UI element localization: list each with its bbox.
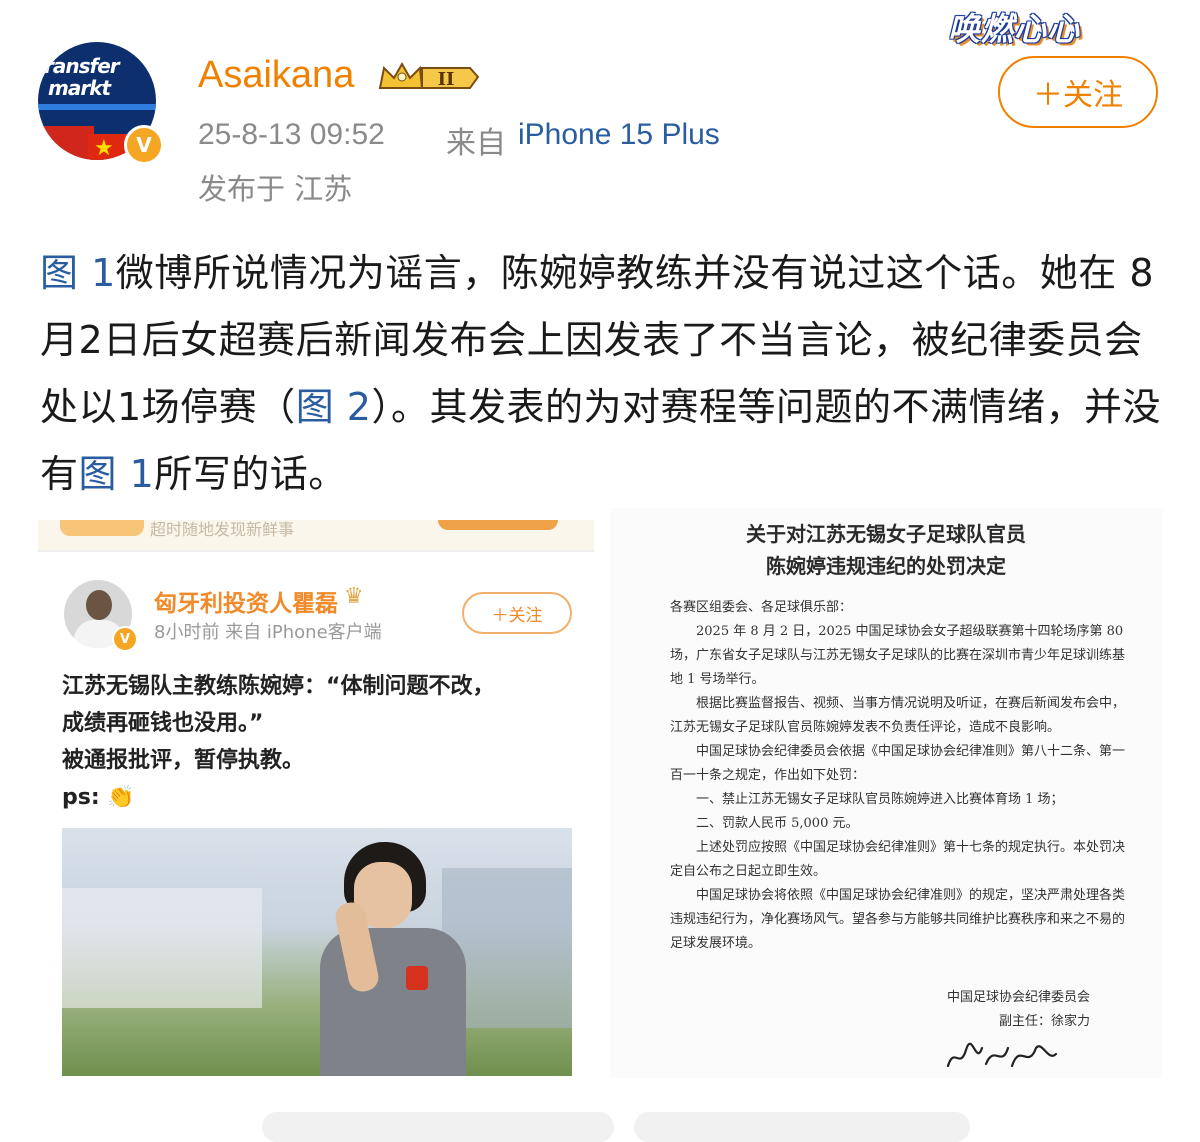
document-paragraph: 2025 年 8 月 2 日，2025 中国足球协会女子超级联赛第十四轮场序第 …	[670, 624, 1126, 687]
image1-author-meta: 8小时前 来自 iPhone客户端	[154, 622, 382, 643]
source-label: 来自	[446, 126, 506, 161]
source-device-link[interactable]: iPhone 15 Plus	[518, 118, 720, 152]
post-text: 图 1微博所说情况为谣言，陈婉婷教练并没有说过这个话。她在 8月2日后女超赛后新…	[40, 240, 1170, 508]
image1-line: 江苏无锡队主教练陈婉婷：“体制问题不改，	[62, 674, 495, 699]
crown-icon: ♛	[344, 584, 364, 609]
watermark-logo: 唤燃心心	[948, 10, 1081, 48]
image1-line: 成绩再砸钱也没用。”	[62, 711, 264, 736]
document-paragraph: 上述处罚应按照《中国足球协会纪律准则》第十七条的规定执行。本处罚决定自公布之日起…	[670, 840, 1126, 879]
handwritten-signature	[946, 1042, 1058, 1068]
document-paragraph: 根据比赛监督报告、视频、当事方情况说明及听证，在赛后新闻发布会中，江苏无锡女子足…	[670, 696, 1126, 735]
post-text-segment: 所写的话。	[154, 452, 347, 496]
document-salutation: 各赛区组委会、各足球俱乐部：	[670, 600, 853, 615]
post-location: 发布于 江苏	[198, 172, 353, 206]
follow-button[interactable]: ＋关注	[998, 56, 1158, 128]
avatar-stripe	[38, 104, 156, 110]
attached-image-1[interactable]: 超时随地发现新鲜事 V 匈牙利投资人瞿磊 ♛ 8小时前 来自 iPhone客户端…	[38, 520, 594, 1078]
document-paragraph: 中国足球协会将依照《中国足球协会纪律准则》的规定，坚决严肃处理各类违规违纪行为，…	[670, 888, 1126, 951]
document-item: 二、罚款人民币 5,000 元。	[696, 816, 859, 831]
image-2-link[interactable]: 图 2	[296, 385, 372, 429]
bottom-bar-element	[262, 1112, 614, 1142]
document-paragraph: 中国足球协会纪律委员会依据《中国足球协会纪律准则》第八十二条、第一百一十条之规定…	[670, 744, 1126, 783]
image-1-link[interactable]: 图 1	[40, 251, 116, 295]
bottom-bar-element	[634, 1112, 970, 1142]
document-body: 各赛区组委会、各足球俱乐部： 2025 年 8 月 2 日，2025 中国足球协…	[670, 596, 1126, 956]
image1-author-name: 匈牙利投资人瞿磊	[154, 591, 338, 617]
document-signature-block: 中国足球协会纪律委员会 副主任：徐家力	[610, 986, 1162, 1034]
image1-post-text: 江苏无锡队主教练陈婉婷：“体制问题不改， 成绩再砸钱也没用。” 被通报批评，暂停…	[62, 668, 572, 816]
document-signer-person: 副主任：徐家力	[998, 1014, 1090, 1029]
flag-icon	[38, 126, 94, 160]
verified-icon: V	[124, 125, 164, 165]
image1-follow-button: ＋关注	[462, 592, 572, 634]
divider	[38, 550, 594, 552]
image1-line: 被通报批评，暂停执教。	[62, 748, 305, 773]
image1-top-strip: 超时随地发现新鲜事	[38, 520, 594, 550]
image1-ghost-text: 超时随地发现新鲜事	[150, 520, 295, 539]
attached-image-2[interactable]: 关于对江苏无锡女子足球队官员 陈婉婷违规违纪的处罚决定 各赛区组委会、各足球俱乐…	[610, 508, 1162, 1078]
coach-photo	[62, 828, 572, 1076]
svg-text:II: II	[438, 69, 455, 90]
image1-line: ps: 👏	[62, 785, 135, 810]
post-timestamp: 25-8-13 09:52	[198, 118, 385, 151]
verified-icon: V	[112, 626, 138, 652]
avatar-logo-text: ransfer	[44, 54, 120, 78]
avatar-logo-text: markt	[48, 76, 111, 100]
document-signer-org: 中国足球协会纪律委员会	[946, 990, 1090, 1005]
document-item: 一、禁止江苏无锡女子足球队官员陈婉婷进入比赛体育场 1 场；	[696, 792, 1064, 807]
username[interactable]: Asaikana	[198, 54, 354, 97]
image-1-link[interactable]: 图 1	[79, 452, 155, 496]
crown-level-badge-icon: II	[378, 61, 480, 90]
document-title: 关于对江苏无锡女子足球队官员 陈婉婷违规违纪的处罚决定	[746, 522, 1026, 578]
